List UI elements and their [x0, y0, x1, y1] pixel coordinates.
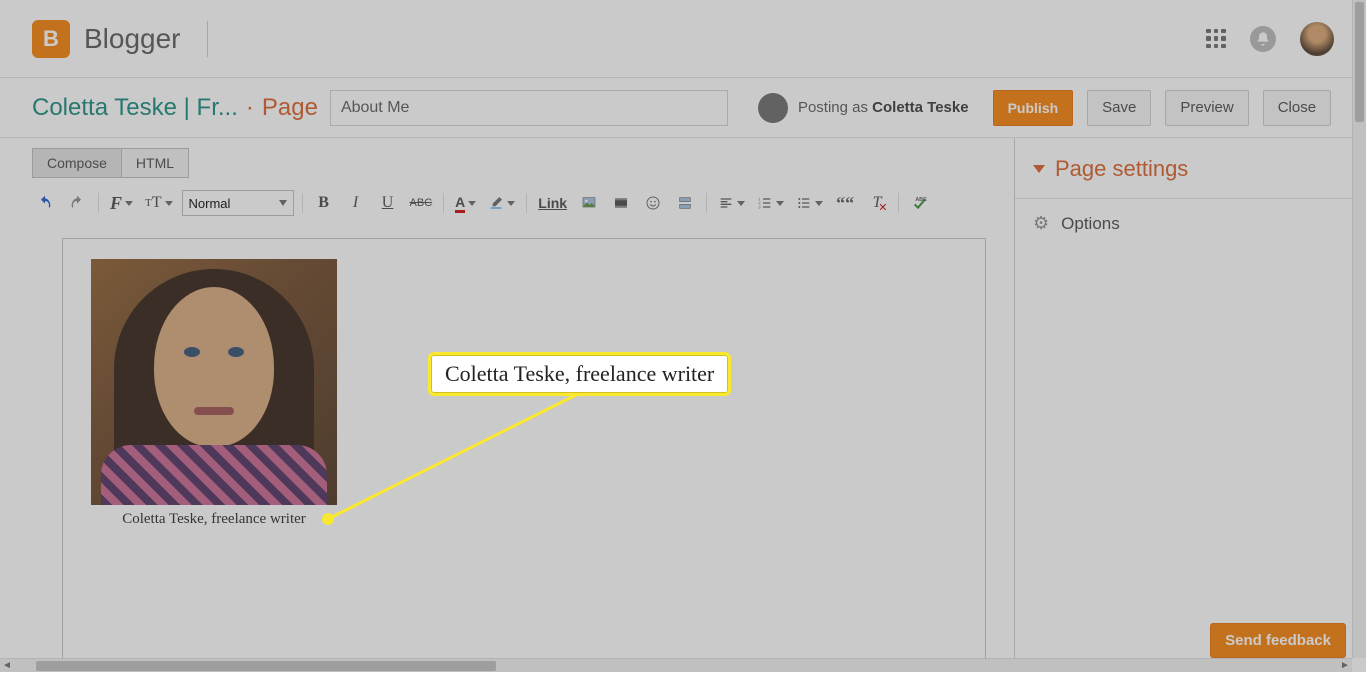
posting-as-name: Coletta Teske — [872, 99, 968, 116]
underline-button[interactable]: U — [375, 190, 401, 216]
editor-tabs: Compose HTML — [32, 148, 1014, 178]
vertical-scrollbar[interactable] — [1352, 0, 1366, 658]
top-header: B Blogger — [0, 0, 1366, 78]
scroll-right-arrow-icon[interactable]: ► — [1338, 659, 1352, 673]
posting-as: Posting as Coletta Teske — [758, 93, 969, 123]
publish-button[interactable]: Publish — [993, 90, 1074, 126]
mode-label: Page — [262, 94, 318, 122]
editor-canvas[interactable]: Coletta Teske, freelance writer — [62, 238, 986, 662]
posting-as-prefix: Posting as — [798, 99, 872, 116]
editor-column: Compose HTML F TT Normal B I U ABC A Lin… — [0, 138, 1014, 672]
bullet-list-dropdown[interactable] — [793, 190, 826, 216]
page-subheader: Coletta Teske | Fr... · Page Posting as … — [0, 78, 1366, 138]
text-color-dropdown[interactable]: A — [452, 190, 479, 216]
apps-grid-icon[interactable] — [1206, 29, 1226, 49]
svg-text:3: 3 — [758, 204, 761, 209]
insert-image-button[interactable] — [576, 190, 602, 216]
page-title-input[interactable] — [330, 90, 728, 126]
quote-button[interactable]: ““ — [832, 190, 858, 216]
strikethrough-button[interactable]: ABC — [407, 190, 436, 216]
annotation-text: Coletta Teske, freelance writer — [445, 361, 714, 386]
redo-button[interactable] — [64, 190, 90, 216]
page-settings-label: Page settings — [1055, 156, 1188, 182]
posting-avatar-icon — [758, 93, 788, 123]
annotation-callout: Coletta Teske, freelance writer — [428, 352, 731, 396]
insert-jump-break-button[interactable] — [672, 190, 698, 216]
options-label: Options — [1061, 214, 1120, 234]
bold-button[interactable]: B — [311, 190, 337, 216]
toolbar-separator — [302, 193, 303, 213]
main-area: Compose HTML F TT Normal B I U ABC A Lin… — [0, 138, 1366, 672]
insert-link-button[interactable]: Link — [535, 190, 570, 216]
inserted-image[interactable] — [91, 259, 337, 505]
font-size-dropdown[interactable]: TT — [142, 190, 176, 216]
horizontal-scrollbar[interactable]: ◄ ► — [0, 658, 1352, 672]
blogger-logo-icon: B — [32, 20, 70, 58]
undo-button[interactable] — [32, 190, 58, 216]
alignment-dropdown[interactable] — [715, 190, 748, 216]
settings-sidebar: Page settings ⚙ Options — [1014, 138, 1366, 672]
breadcrumb-dot: · — [246, 94, 254, 122]
toolbar-separator — [526, 193, 527, 213]
save-button[interactable]: Save — [1087, 90, 1151, 126]
remove-formatting-button[interactable]: T✕ — [864, 190, 890, 216]
options-row[interactable]: ⚙ Options — [1015, 198, 1366, 248]
font-family-dropdown[interactable]: F — [107, 190, 136, 216]
toolbar-separator — [898, 193, 899, 213]
close-button[interactable]: Close — [1263, 90, 1331, 126]
insert-video-button[interactable] — [608, 190, 634, 216]
annotation-dot-icon — [322, 513, 334, 525]
highlight-color-dropdown[interactable] — [485, 190, 518, 216]
insert-emoji-button[interactable] — [640, 190, 666, 216]
send-feedback-button[interactable]: Send feedback — [1210, 623, 1346, 658]
account-avatar[interactable] — [1300, 22, 1334, 56]
svg-text:ABC: ABC — [915, 197, 927, 203]
blogger-wordmark: Blogger — [84, 23, 181, 55]
header-separator — [207, 21, 208, 57]
toolbar-separator — [706, 193, 707, 213]
preview-button[interactable]: Preview — [1165, 90, 1248, 126]
caret-down-icon — [1033, 165, 1045, 173]
notifications-icon[interactable] — [1250, 26, 1276, 52]
page-settings-toggle[interactable]: Page settings — [1015, 138, 1366, 198]
blog-title-link[interactable]: Coletta Teske | Fr... — [32, 94, 238, 122]
italic-button[interactable]: I — [343, 190, 369, 216]
image-caption[interactable]: Coletta Teske, freelance writer — [91, 511, 337, 528]
spellcheck-button[interactable]: ABC — [907, 190, 933, 216]
logo-letter: B — [43, 26, 59, 52]
scroll-left-arrow-icon[interactable]: ◄ — [0, 659, 14, 673]
paragraph-format-dropdown[interactable]: Normal — [182, 190, 294, 216]
tab-compose[interactable]: Compose — [32, 148, 121, 178]
toolbar-separator — [98, 193, 99, 213]
toolbar-separator — [443, 193, 444, 213]
numbered-list-dropdown[interactable]: 123 — [754, 190, 787, 216]
tab-html[interactable]: HTML — [121, 148, 189, 178]
gear-icon: ⚙ — [1033, 213, 1049, 234]
format-value: Normal — [189, 196, 231, 211]
editor-toolbar: F TT Normal B I U ABC A Link 123 ““ T✕ A… — [32, 188, 1014, 218]
